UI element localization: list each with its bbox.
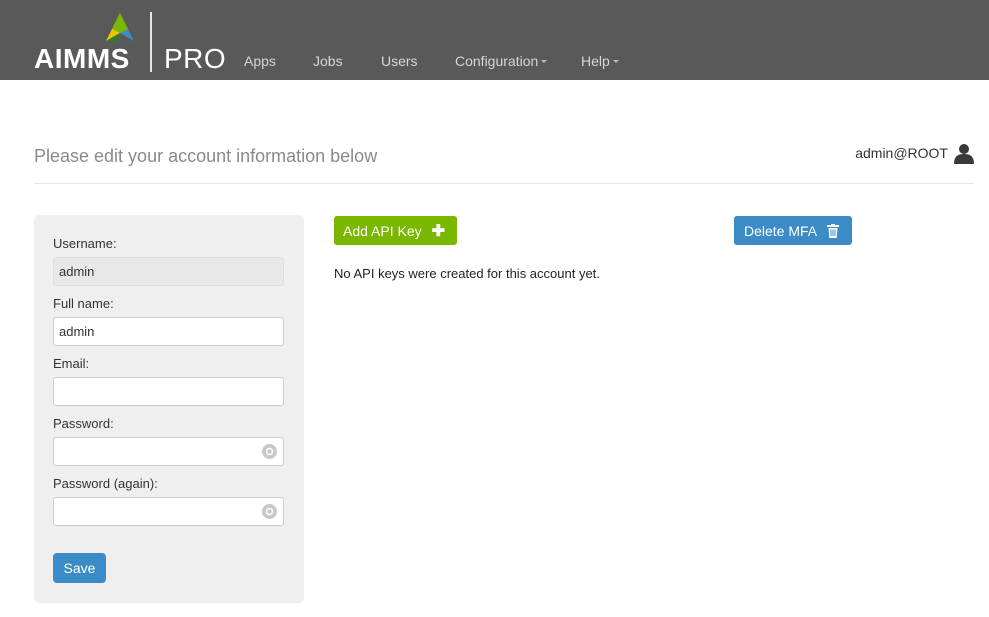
fullname-field[interactable]: admin xyxy=(53,317,284,346)
password-manager-icon[interactable] xyxy=(262,504,277,519)
top-navbar: AIMMS PRO Apps Jobs Users Configuration … xyxy=(0,0,989,80)
trash-icon xyxy=(827,223,840,238)
no-api-keys-message: No API keys were created for this accoun… xyxy=(334,266,600,281)
aimms-logo-icon xyxy=(106,13,134,43)
caret-down-icon xyxy=(541,59,548,63)
username-label: Username: xyxy=(53,236,117,251)
nav-apps-label: Apps xyxy=(244,53,276,69)
password-field[interactable] xyxy=(53,437,284,466)
password-again-field[interactable] xyxy=(53,497,284,526)
nav-configuration[interactable]: Configuration xyxy=(455,53,548,69)
nav-configuration-label: Configuration xyxy=(455,53,539,69)
password-again-label: Password (again): xyxy=(53,476,158,491)
nav-jobs[interactable]: Jobs xyxy=(313,53,343,69)
nav-users-label: Users xyxy=(381,53,418,69)
logo-divider xyxy=(150,12,152,72)
current-user[interactable]: admin@ROOT xyxy=(855,142,975,164)
save-button[interactable]: Save xyxy=(53,553,106,583)
password-manager-icon[interactable] xyxy=(262,444,277,459)
user-icon xyxy=(954,144,974,164)
logo-product: PRO xyxy=(164,43,227,74)
add-api-key-label: Add API Key xyxy=(343,222,422,239)
caret-down-icon xyxy=(612,59,619,63)
current-user-label: admin@ROOT xyxy=(855,145,948,161)
plus-icon: ✚ xyxy=(431,222,446,240)
password-label: Password: xyxy=(53,416,114,431)
account-form-panel: Username: admin Full name: admin Email: … xyxy=(34,215,304,603)
nav-jobs-label: Jobs xyxy=(313,53,343,69)
nav-help-label: Help xyxy=(581,53,610,69)
username-field: admin xyxy=(53,257,284,286)
header-divider xyxy=(34,183,974,184)
nav-users[interactable]: Users xyxy=(381,53,418,69)
delete-mfa-label: Delete MFA xyxy=(744,222,818,239)
delete-mfa-button[interactable]: Delete MFA xyxy=(734,216,852,245)
fullname-label: Full name: xyxy=(53,296,114,311)
nav-help[interactable]: Help xyxy=(581,53,619,69)
nav-apps[interactable]: Apps xyxy=(244,53,276,69)
email-label: Email: xyxy=(53,356,90,371)
add-api-key-button[interactable]: Add API Key ✚ xyxy=(334,216,457,245)
email-field[interactable] xyxy=(53,377,284,406)
aimms-pro-logo[interactable]: AIMMS PRO xyxy=(34,10,244,74)
logo-wordmark: AIMMS xyxy=(34,43,130,74)
page-heading: Please edit your account information bel… xyxy=(34,146,378,166)
